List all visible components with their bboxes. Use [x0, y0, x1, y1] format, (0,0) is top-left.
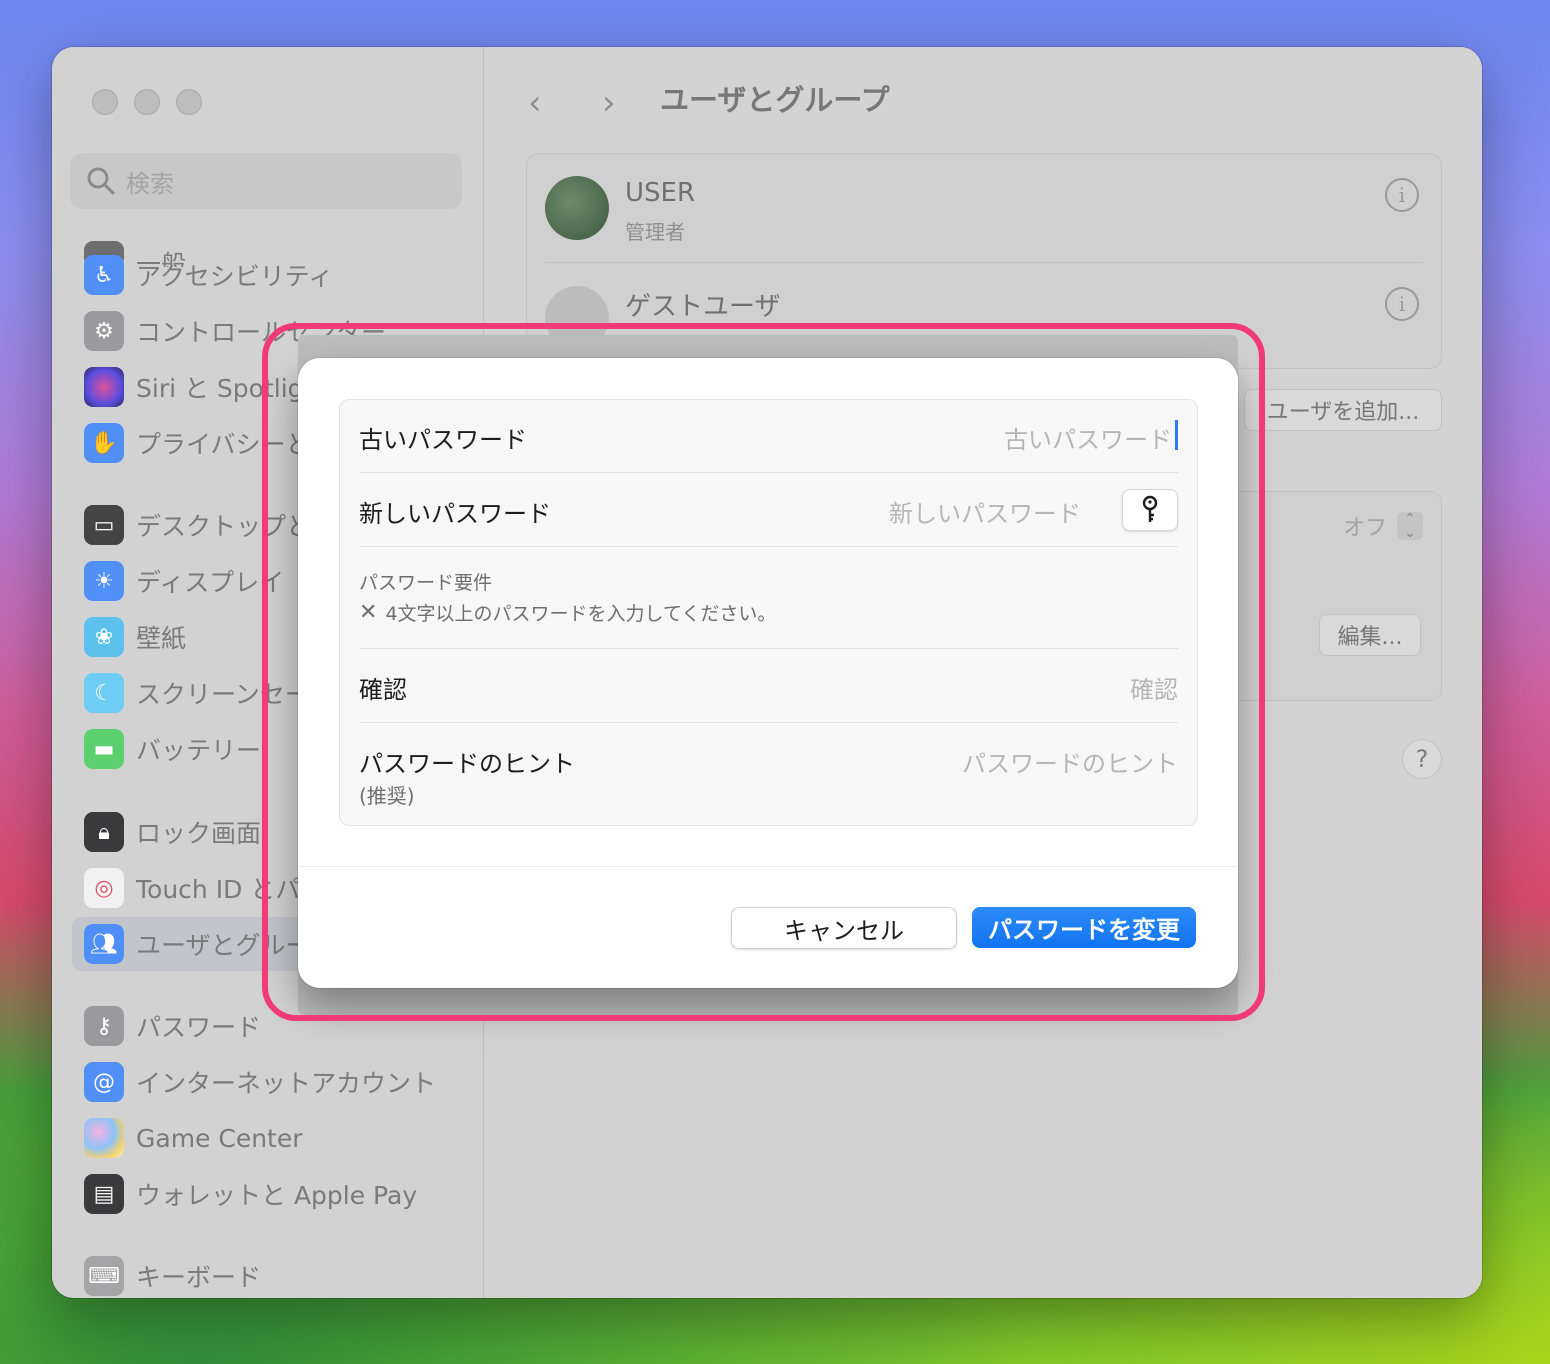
change-password-dialog: 古いパスワード 古いパスワード 新しいパスワード 新しいパスワード パスワード要… — [298, 358, 1238, 988]
sidebar-item-wallet[interactable]: ▤ ウォレットと Apple Pay — [72, 1167, 462, 1221]
old-password-label: 古いパスワード — [359, 426, 527, 454]
desktop-icon: ▭ — [84, 505, 124, 545]
window-controls — [92, 89, 202, 115]
new-password-row: 新しいパスワード 新しいパスワード — [359, 472, 1178, 547]
control-center-icon: ⚙ — [84, 311, 124, 351]
old-password-field[interactable]: 古いパスワード — [1004, 420, 1172, 455]
sidebar-item-label: 壁紙 — [136, 624, 187, 653]
siri-icon — [84, 367, 124, 407]
auto-login-select[interactable]: オフ ⌃ ⌄ — [1343, 510, 1423, 542]
text-cursor — [1175, 420, 1178, 450]
key-icon: ⚷ — [84, 1006, 124, 1046]
flower-icon: ❀ — [84, 617, 124, 657]
hint-field[interactable]: パスワードのヒント — [962, 744, 1178, 779]
accessibility-icon: ♿ — [84, 255, 124, 295]
help-button[interactable]: ? — [1402, 739, 1442, 779]
search-icon — [87, 167, 115, 195]
users-icon: 👥︎ — [84, 924, 124, 964]
sidebar-item-label: パスワード — [136, 1013, 262, 1042]
new-password-label: 新しいパスワード — [359, 500, 551, 528]
info-icon[interactable]: i — [1385, 178, 1419, 212]
key-icon — [1142, 495, 1158, 522]
sidebar-item-game-center[interactable]: Game Center — [72, 1111, 462, 1165]
confirm-label: 確認 — [359, 676, 407, 704]
password-requirements: パスワード要件 ✕ 4文字以上のパスワードを入力してください。 — [359, 546, 1178, 649]
sidebar-item-label: ディスプレイ — [136, 568, 285, 597]
confirm-field[interactable]: 確認 — [1130, 670, 1178, 705]
hint-row: パスワードのヒント (推奨) パスワードのヒント — [359, 722, 1178, 825]
lock-icon: 🔒︎ — [84, 812, 124, 852]
requirements-title: パスワード要件 — [359, 572, 493, 594]
wallet-icon: ▤ — [84, 1174, 124, 1214]
chevron-updown-icon: ⌃ ⌄ — [1397, 512, 1423, 540]
hint-label: パスワードのヒント — [359, 750, 575, 778]
add-user-button[interactable]: ユーザを追加... — [1244, 389, 1442, 431]
sidebar-item-label: キーボード — [136, 1263, 262, 1292]
sidebar-item-label: バッテリー — [136, 736, 262, 765]
at-icon: @ — [84, 1062, 124, 1102]
battery-icon: ▬ — [84, 729, 124, 769]
page-title: ユーザとグループ — [660, 83, 890, 117]
confirm-row: 確認 確認 — [359, 648, 1178, 723]
back-chevron-icon[interactable]: ‹ — [528, 83, 542, 123]
hint-sublabel: (推奨) — [359, 784, 415, 808]
hand-icon: ✋ — [84, 423, 124, 463]
game-center-icon — [84, 1118, 124, 1158]
divider — [545, 262, 1423, 263]
sidebar-item-accessibility[interactable]: ♿ アクセシビリティ — [72, 248, 462, 302]
forward-chevron-icon[interactable]: › — [602, 83, 616, 123]
x-mark-icon: ✕ — [359, 600, 378, 625]
sidebar-item-label: Game Center — [136, 1123, 303, 1153]
password-assistant-button[interactable] — [1122, 489, 1178, 531]
user-name: USER — [625, 178, 696, 208]
cancel-button[interactable]: キャンセル — [731, 907, 957, 949]
user-role: 管理者 — [625, 220, 685, 244]
search-field[interactable]: 検索 — [70, 153, 462, 209]
old-password-row: 古いパスワード 古いパスワード — [359, 400, 1178, 473]
sidebar-item-label: アクセシビリティ — [136, 262, 334, 291]
info-icon[interactable]: i — [1385, 287, 1419, 321]
sun-icon: ☀ — [84, 561, 124, 601]
minimize-window-button[interactable] — [134, 89, 160, 115]
edit-button[interactable]: 編集... — [1319, 614, 1421, 656]
auto-login-value: オフ — [1342, 516, 1387, 541]
requirements-message: 4文字以上のパスワードを入力してください。 — [385, 603, 777, 625]
divider — [298, 866, 1238, 867]
new-password-field[interactable]: 新しいパスワード — [889, 494, 1081, 529]
sidebar-item-keyboard[interactable]: ⌨ キーボード — [72, 1249, 462, 1298]
keyboard-icon: ⌨ — [84, 1256, 124, 1296]
password-form: 古いパスワード 古いパスワード 新しいパスワード 新しいパスワード パスワード要… — [339, 399, 1198, 826]
change-password-button[interactable]: パスワードを変更 — [972, 907, 1196, 948]
sidebar-item-label: インターネットアカウント — [136, 1069, 437, 1098]
search-placeholder: 検索 — [126, 169, 174, 198]
close-window-button[interactable] — [92, 89, 118, 115]
requirements-text: ✕ 4文字以上のパスワードを入力してください。 — [359, 599, 776, 626]
avatar — [545, 176, 609, 240]
sidebar-item-label: ウォレットと Apple Pay — [136, 1181, 418, 1210]
fingerprint-icon: ◎ — [84, 868, 124, 908]
zoom-window-button[interactable] — [176, 89, 202, 115]
sidebar-item-label: ロック画面 — [136, 819, 262, 848]
sidebar-item-internet-accounts[interactable]: @ インターネットアカウント — [72, 1055, 462, 1109]
screensaver-icon: ☾ — [84, 673, 124, 713]
guest-user-name: ゲストユーザ — [625, 292, 781, 322]
